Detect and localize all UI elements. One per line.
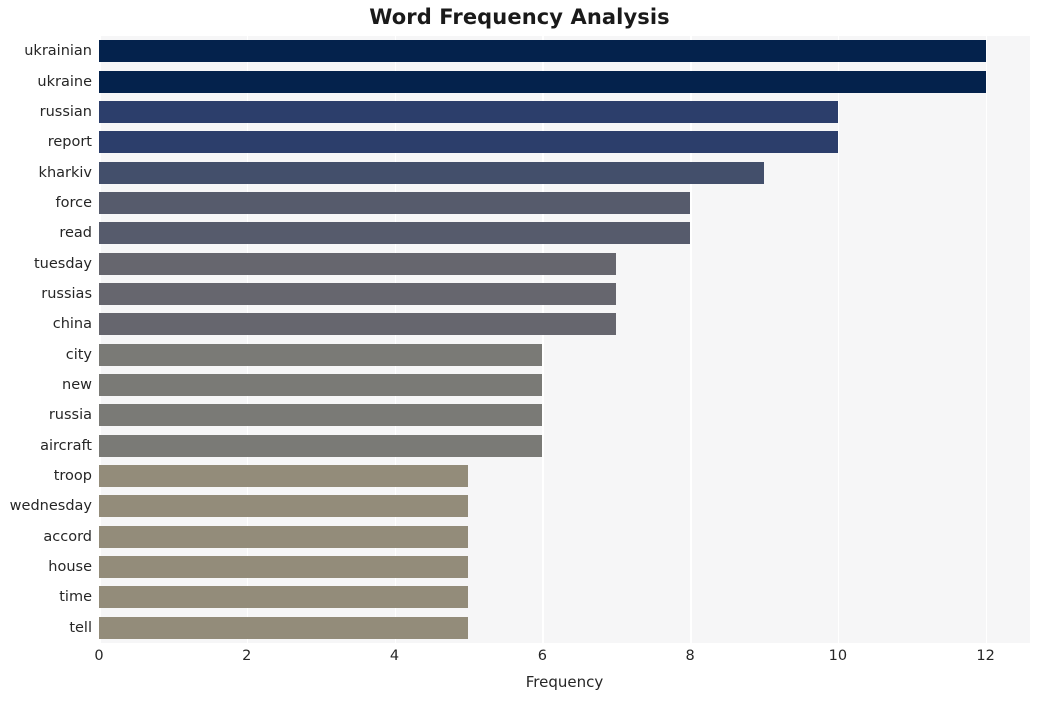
y-axis-tick-label: china: [52, 316, 92, 333]
bar[interactable]: [99, 525, 469, 548]
x-axis-tick-labels: 0 2 4 6 8 10 12: [94, 648, 1030, 670]
y-axis-tick-label: wednesday: [9, 498, 92, 515]
y-axis-tick-label: ukraine: [37, 73, 92, 90]
bars-layer: [99, 36, 1030, 643]
bar[interactable]: [99, 70, 986, 93]
y-axis-tick-label: russias: [41, 285, 92, 302]
bar[interactable]: [99, 100, 838, 123]
y-axis-tick-label: kharkiv: [38, 164, 92, 181]
y-axis-tick-label: read: [59, 225, 92, 242]
y-axis-tick-label: russia: [48, 407, 92, 424]
y-axis-tick-label: time: [59, 589, 92, 606]
y-axis-tick-label: report: [47, 134, 92, 151]
y-axis-tick-label: city: [65, 346, 92, 363]
bar[interactable]: [99, 465, 469, 488]
x-axis-tick-label: 2: [242, 648, 252, 664]
bar[interactable]: [99, 586, 469, 609]
x-axis-tick-label: 6: [537, 648, 547, 664]
chart-figure: Word Frequency Analysis ukrainian ukraine…: [0, 0, 1039, 701]
y-axis-tick-label: new: [62, 377, 92, 394]
plot-area: [99, 36, 1030, 643]
bar[interactable]: [99, 282, 617, 305]
y-axis-tick-label: tell: [69, 619, 92, 636]
bar[interactable]: [99, 313, 617, 336]
x-axis-tick-label: 4: [389, 648, 400, 664]
bar[interactable]: [99, 252, 617, 275]
y-axis-tick-label: tuesday: [33, 255, 92, 272]
y-axis-tick-label: aircraft: [40, 437, 92, 454]
bar[interactable]: [99, 404, 543, 427]
bar[interactable]: [99, 556, 469, 579]
x-axis-tick-label: 12: [976, 648, 995, 664]
bar[interactable]: [99, 40, 986, 63]
y-axis-tick-label: house: [48, 559, 92, 576]
x-axis-tick-label: 8: [685, 648, 695, 664]
y-axis-tick-label: ukrainian: [24, 43, 92, 60]
bar[interactable]: [99, 191, 691, 214]
bar[interactable]: [99, 616, 469, 639]
y-axis-tick-labels: ukrainian ukraine russian report kharkiv forc…: [0, 36, 92, 643]
bar[interactable]: [99, 495, 469, 518]
x-axis-tick-label: 10: [828, 648, 848, 664]
y-axis-tick-label: accord: [43, 528, 92, 545]
chart-title: Word Frequency Analysis: [369, 5, 670, 29]
x-axis-tick-label: 0: [94, 648, 104, 664]
bar[interactable]: [99, 434, 543, 457]
y-axis-tick-label: russian: [39, 103, 92, 120]
bar[interactable]: [99, 343, 543, 366]
bar[interactable]: [99, 131, 838, 154]
x-axis-label: Frequency: [525, 673, 604, 691]
y-axis-tick-label: force: [55, 194, 92, 211]
bar[interactable]: [99, 222, 691, 245]
y-axis-tick-label: troop: [53, 468, 92, 485]
bar[interactable]: [99, 161, 764, 184]
bar[interactable]: [99, 374, 543, 397]
